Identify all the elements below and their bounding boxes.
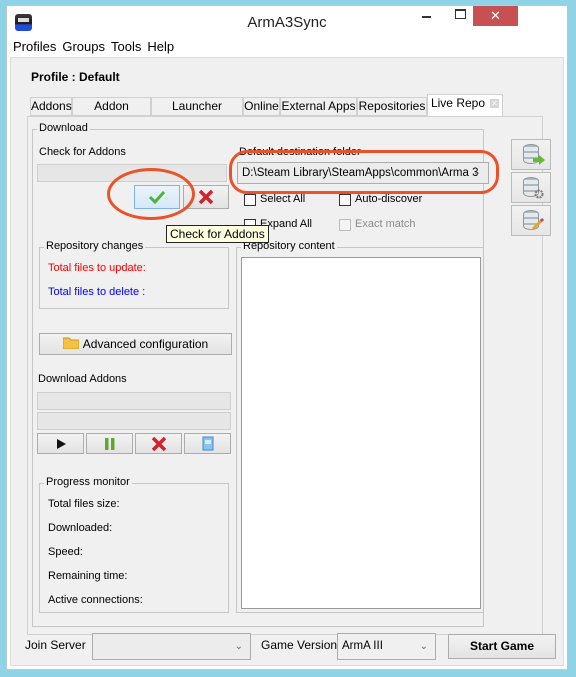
repository-settings-button[interactable]: [511, 172, 551, 203]
live-repo-panel: Download Check for Addons Default destin…: [27, 116, 551, 635]
menu-groups[interactable]: Groups: [59, 37, 108, 56]
tab-launcher-options[interactable]: Launcher Options: [151, 97, 243, 130]
total-files-size-label: Total files size:: [48, 498, 120, 510]
tab-external-apps[interactable]: External Apps: [280, 97, 357, 116]
red-x-icon: [198, 189, 214, 205]
auto-discover-label: Auto-discover: [355, 193, 423, 205]
menu-help[interactable]: Help: [144, 37, 177, 56]
pencil-icon: [531, 217, 545, 231]
minimize-button[interactable]: [413, 6, 439, 26]
repository-content-group: Repository content: [236, 240, 484, 613]
downloaded-label: Downloaded:: [48, 522, 113, 534]
red-x-icon: [151, 436, 166, 452]
advanced-configuration-label: Advanced configuration: [82, 337, 209, 351]
repository-edit-button[interactable]: [511, 205, 551, 236]
advanced-configuration-button[interactable]: Advanced configuration: [39, 333, 232, 355]
select-all-checkbox[interactable]: [244, 194, 256, 206]
exact-match-checkbox[interactable]: [339, 219, 351, 231]
download-progress-bar-1: [37, 392, 231, 410]
tab-live-repo-label: Live Repo: [430, 96, 486, 110]
progress-monitor-group: Progress monitor Total files size: Downl…: [39, 476, 229, 613]
chevron-down-icon: ⌄: [419, 641, 428, 652]
game-version-value: ArmA III: [342, 640, 383, 652]
download-progress-bar-2: [37, 412, 231, 430]
maximize-button[interactable]: [447, 6, 473, 26]
menu-bar: Profiles Groups Tools Help: [10, 37, 564, 57]
tab-addon-options[interactable]: Addon Options: [72, 97, 151, 130]
client-area: Profile : Default Addons Addon Options L…: [10, 57, 564, 666]
tab-live-repo[interactable]: Live Repo ✕: [427, 94, 503, 118]
notebook-icon: [202, 436, 213, 451]
green-arrow-icon: [533, 155, 545, 165]
tooltip: Check for Addons: [166, 225, 269, 243]
auto-discover-checkbox[interactable]: [339, 194, 351, 206]
repository-changes-label: Repository changes: [44, 240, 146, 252]
tab-repositories[interactable]: Repositories: [357, 97, 427, 116]
play-icon: [56, 439, 66, 449]
cancel-download-button[interactable]: [135, 433, 182, 454]
annotation-circle: [107, 168, 195, 220]
annotation-rounded-rect: [229, 150, 499, 194]
join-server-label: Join Server: [25, 638, 86, 652]
start-game-button[interactable]: Start Game: [448, 634, 556, 659]
game-version-combo[interactable]: ArmA III ⌄: [337, 633, 436, 660]
select-all-label: Select All: [260, 193, 306, 205]
active-connections-label: Active connections:: [48, 594, 143, 606]
report-button[interactable]: [184, 433, 231, 454]
download-group: Download Check for Addons Default destin…: [32, 122, 499, 627]
pause-icon: [104, 438, 114, 450]
tab-addons[interactable]: Addons: [30, 97, 72, 116]
menu-profiles[interactable]: Profiles: [10, 37, 59, 56]
tab-close-icon[interactable]: ✕: [490, 99, 500, 109]
repository-content-tree[interactable]: [241, 257, 481, 609]
game-version-label: Game Version: [261, 638, 338, 652]
repository-download-button[interactable]: [511, 139, 551, 170]
download-group-label: Download: [37, 122, 90, 134]
pause-download-button[interactable]: [86, 433, 133, 454]
files-to-update-label: Total files to update:: [48, 262, 146, 274]
tab-online[interactable]: Online: [243, 97, 280, 116]
exact-match-label: Exact match: [355, 218, 416, 230]
remaining-time-label: Remaining time:: [48, 570, 128, 582]
check-for-addons-label: Check for Addons: [39, 146, 126, 158]
progress-monitor-label: Progress monitor: [44, 476, 132, 488]
download-addons-label: Download Addons: [38, 373, 127, 385]
start-download-button[interactable]: [37, 433, 84, 454]
app-window: ArmA3Sync ✕ Profiles Groups Tools Help Prof…: [6, 5, 568, 670]
chevron-down-icon: ⌄: [234, 641, 243, 652]
speed-label: Speed:: [48, 546, 83, 558]
title-bar[interactable]: ArmA3Sync ✕: [7, 6, 567, 38]
gear-icon: [534, 189, 544, 199]
menu-tools[interactable]: Tools: [108, 37, 144, 56]
folder-icon: [62, 337, 80, 350]
close-button[interactable]: ✕: [473, 6, 518, 26]
profile-label: Profile : Default: [31, 70, 120, 84]
files-to-delete-label: Total files to delete :: [48, 286, 146, 298]
repository-changes-group: Repository changes Total files to update…: [39, 240, 229, 309]
join-server-combo[interactable]: ⌄: [92, 633, 251, 660]
